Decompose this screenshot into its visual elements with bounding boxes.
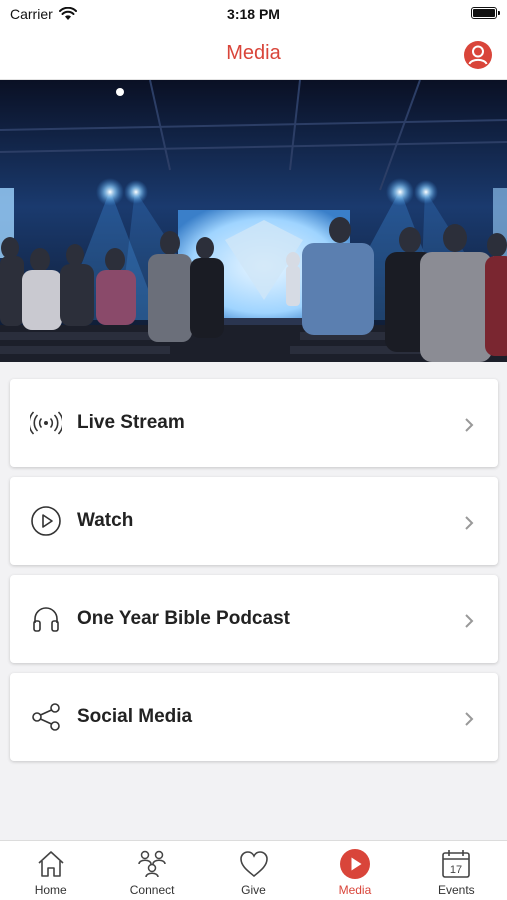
- tab-bar: Home Connect Give Media 17 Events: [0, 840, 507, 900]
- status-time: 3:18 PM: [227, 6, 280, 22]
- live-stream-label: Live Stream: [77, 412, 185, 433]
- tab-events-label: Events: [437, 883, 475, 897]
- social-media-item[interactable]: Social Media: [10, 673, 498, 761]
- tab-connect[interactable]: Connect: [101, 841, 202, 900]
- watch-label: Watch: [77, 510, 134, 531]
- status-bar: Carrier 3:18 PM: [0, 0, 507, 30]
- profile-button[interactable]: [463, 40, 493, 70]
- page-title: Media: [226, 42, 281, 64]
- battery-icon: [471, 7, 500, 19]
- hero-image: [0, 80, 507, 362]
- share-icon: [32, 703, 60, 731]
- people-icon: [138, 850, 166, 878]
- chevron-right-icon: [465, 614, 474, 628]
- media-menu-list: Live Stream Watch One Year Bible Podcast: [10, 379, 498, 771]
- tab-events[interactable]: 17 Events: [406, 841, 507, 900]
- tab-home-label: Home: [34, 883, 67, 897]
- profile-icon: [464, 41, 492, 69]
- navigation-bar: Media: [0, 30, 507, 80]
- calendar-icon: 17: [442, 850, 471, 878]
- play-circle-icon: [31, 506, 61, 536]
- tab-home[interactable]: Home: [0, 841, 101, 900]
- chevron-right-icon: [465, 712, 474, 726]
- chevron-right-icon: [465, 418, 474, 432]
- tab-give[interactable]: Give: [203, 841, 304, 900]
- social-media-label: Social Media: [77, 706, 193, 727]
- play-circle-filled-icon: [339, 849, 370, 879]
- tab-give-label: Give: [241, 883, 266, 897]
- chevron-right-icon: [465, 516, 474, 530]
- calendar-day-text: 17: [450, 864, 462, 876]
- tab-connect-label: Connect: [129, 883, 175, 897]
- podcast-label: One Year Bible Podcast: [77, 608, 290, 629]
- headphones-icon: [33, 607, 59, 632]
- watch-item[interactable]: Watch: [10, 477, 498, 565]
- tab-media-label: Media: [338, 883, 372, 897]
- heart-icon: [239, 851, 268, 878]
- home-icon: [38, 851, 64, 877]
- podcast-item[interactable]: One Year Bible Podcast: [10, 575, 498, 663]
- broadcast-icon: [30, 411, 62, 435]
- live-stream-item[interactable]: Live Stream: [10, 379, 498, 467]
- tab-media[interactable]: Media: [304, 841, 405, 900]
